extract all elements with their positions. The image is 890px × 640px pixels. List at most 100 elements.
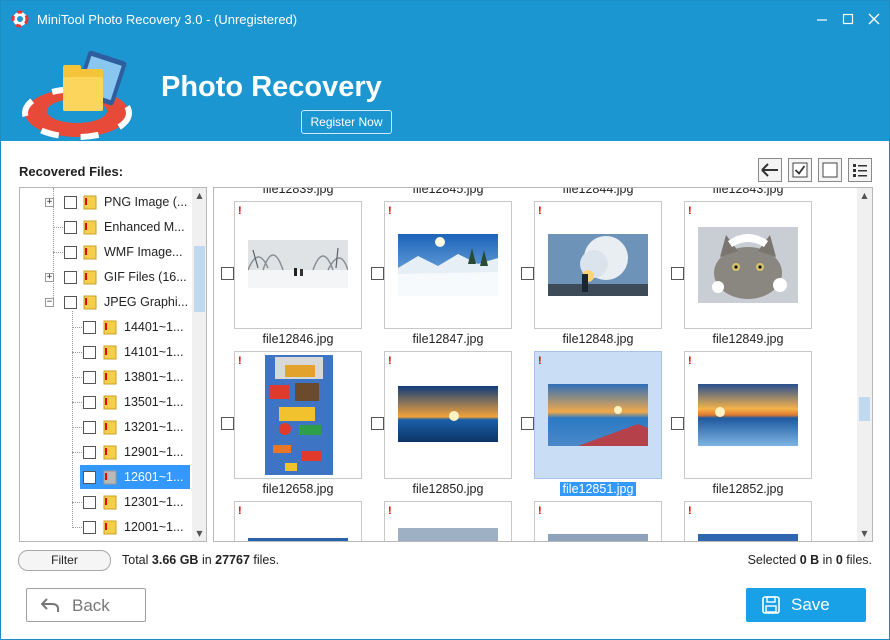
tree-checkbox[interactable] (64, 196, 77, 209)
tree-item-folder-12601[interactable]: 12601~1... (20, 465, 192, 489)
folder-warning-icon (83, 195, 97, 210)
folder-warning-icon (103, 495, 117, 510)
thumbnail-file12852[interactable]: ! (684, 351, 812, 479)
product-logo-icon (22, 50, 132, 140)
thumbnail-file12848[interactable]: ! (534, 201, 662, 329)
minimize-button[interactable] (811, 8, 833, 30)
folder-warning-icon (103, 470, 117, 485)
tree-checkbox[interactable] (83, 396, 96, 409)
thumbnail-file12850[interactable]: ! (384, 351, 512, 479)
photo-snowy-park (248, 240, 348, 288)
list-view-button[interactable] (848, 158, 872, 182)
thumbnail-file12851[interactable]: ! (534, 351, 662, 479)
tree-checkbox[interactable] (83, 346, 96, 359)
tree-connector (72, 427, 82, 428)
scroll-thumb[interactable] (194, 246, 205, 312)
thumbnail-checkbox[interactable] (671, 417, 684, 430)
title-bar: MiniTool Photo Recovery 3.0 - (Unregiste… (1, 1, 889, 37)
file-type-tree[interactable]: + PNG Image (... Enhanced M... WMF Image… (19, 187, 207, 542)
tree-checkbox[interactable] (64, 271, 77, 284)
thumbnail-partial[interactable]: ! (234, 501, 362, 541)
save-button[interactable]: Save (746, 588, 866, 622)
tree-item-enhanced-metafile[interactable]: Enhanced M... (20, 215, 192, 239)
tree-item-label: PNG Image (... (104, 195, 188, 209)
tree-item-label: 12001~1... (124, 520, 184, 534)
close-button[interactable] (863, 8, 885, 30)
tree-checkbox[interactable] (83, 321, 96, 334)
thumbnail-checkbox[interactable] (671, 267, 684, 280)
scroll-down-arrow-icon[interactable]: ▼ (857, 526, 872, 541)
check-all-icon (792, 162, 808, 178)
tree-checkbox[interactable] (83, 421, 96, 434)
thumbnail-checkbox[interactable] (221, 417, 234, 430)
expand-icon[interactable]: + (45, 198, 54, 207)
scroll-thumb[interactable] (859, 397, 870, 421)
thumbnail-checkbox[interactable] (371, 417, 384, 430)
photo-partial (248, 538, 348, 541)
tree-checkbox[interactable] (64, 221, 77, 234)
thumbnail-partial[interactable]: ! (684, 501, 812, 541)
tree-checkbox[interactable] (83, 496, 96, 509)
thumbnail-file12847[interactable]: ! (384, 201, 512, 329)
filter-button[interactable]: Filter (18, 550, 111, 571)
scroll-up-arrow-icon[interactable]: ▲ (192, 188, 206, 203)
tree-checkbox[interactable] (83, 371, 96, 384)
thumbnail-file12846[interactable]: ! (234, 201, 362, 329)
tree-item-wmf-images[interactable]: WMF Image... (20, 240, 192, 264)
tree-item-folder-12001[interactable]: 12001~1... (20, 515, 192, 539)
thumbnail-grid[interactable]: file12839.jpg file12845.jpg file12844.jp… (213, 187, 873, 542)
tree-item-folder-14101[interactable]: 14101~1... (20, 340, 192, 364)
tree-checkbox[interactable] (83, 446, 96, 459)
thumbnail-checkbox[interactable] (521, 417, 534, 430)
thumbnail-file12849[interactable]: ! (684, 201, 812, 329)
tree-item-folder-13501[interactable]: 13501~1... (20, 390, 192, 414)
thumbnail-checkbox[interactable] (221, 267, 234, 280)
photo-snow-mountains (398, 234, 498, 296)
thumbnail-checkbox[interactable] (521, 267, 534, 280)
grid-scrollbar[interactable]: ▲ ▼ (857, 188, 872, 541)
photo-sunrise-beach (548, 384, 648, 446)
file-name-label: file12844.jpg (562, 187, 634, 196)
photo-snow-burst (548, 234, 648, 296)
scroll-down-arrow-icon[interactable]: ▼ (192, 526, 206, 541)
folder-warning-icon (83, 295, 97, 310)
tree-item-jpeg-graphics[interactable]: − JPEG Graphi... (20, 290, 192, 314)
file-name-label: file12847.jpg (412, 332, 484, 346)
file-name-label: file12849.jpg (712, 332, 784, 346)
thumbnail-file12658[interactable]: ! (234, 351, 362, 479)
recovered-files-label: Recovered Files: (19, 164, 124, 179)
warning-icon: ! (538, 505, 542, 517)
tree-checkbox[interactable] (64, 296, 77, 309)
photo-partial (548, 534, 648, 541)
folder-warning-icon (103, 395, 117, 410)
thumbnail-partial[interactable]: ! (534, 501, 662, 541)
scroll-up-arrow-icon[interactable]: ▲ (857, 188, 872, 203)
register-now-button[interactable]: Register Now (301, 110, 392, 134)
tree-item-folder-13201[interactable]: 13201~1... (20, 415, 192, 439)
back-arrow-button[interactable] (758, 158, 782, 182)
folder-warning-icon (103, 420, 117, 435)
file-name-label: file12839.jpg (262, 187, 334, 196)
tree-checkbox[interactable] (64, 246, 77, 259)
tree-item-folder-13801[interactable]: 13801~1... (20, 365, 192, 389)
folder-warning-icon (103, 345, 117, 360)
tree-item-folder-12901[interactable]: 12901~1... (20, 440, 192, 464)
back-button[interactable]: Back (26, 588, 146, 622)
uncheck-all-button[interactable] (818, 158, 842, 182)
tree-scrollbar[interactable]: ▲ ▼ (192, 188, 206, 541)
tree-item-folder-12301[interactable]: 12301~1... (20, 490, 192, 514)
collapse-icon[interactable]: − (45, 298, 54, 307)
maximize-button[interactable] (837, 8, 859, 30)
photo-sunset-sea (698, 384, 798, 446)
tree-checkbox[interactable] (83, 471, 96, 484)
tree-item-png-images[interactable]: + PNG Image (... (20, 190, 192, 214)
tree-checkbox[interactable] (83, 521, 96, 534)
tree-item-gif-files[interactable]: + GIF Files (16... (20, 265, 192, 289)
expand-icon[interactable]: + (45, 273, 54, 282)
tree-item-folder-14401[interactable]: 14401~1... (20, 315, 192, 339)
thumbnail-checkbox[interactable] (371, 267, 384, 280)
check-all-button[interactable] (788, 158, 812, 182)
warning-icon: ! (538, 355, 542, 367)
thumbnail-partial[interactable]: ! (384, 501, 512, 541)
app-window: MiniTool Photo Recovery 3.0 - (Unregiste… (0, 0, 890, 640)
